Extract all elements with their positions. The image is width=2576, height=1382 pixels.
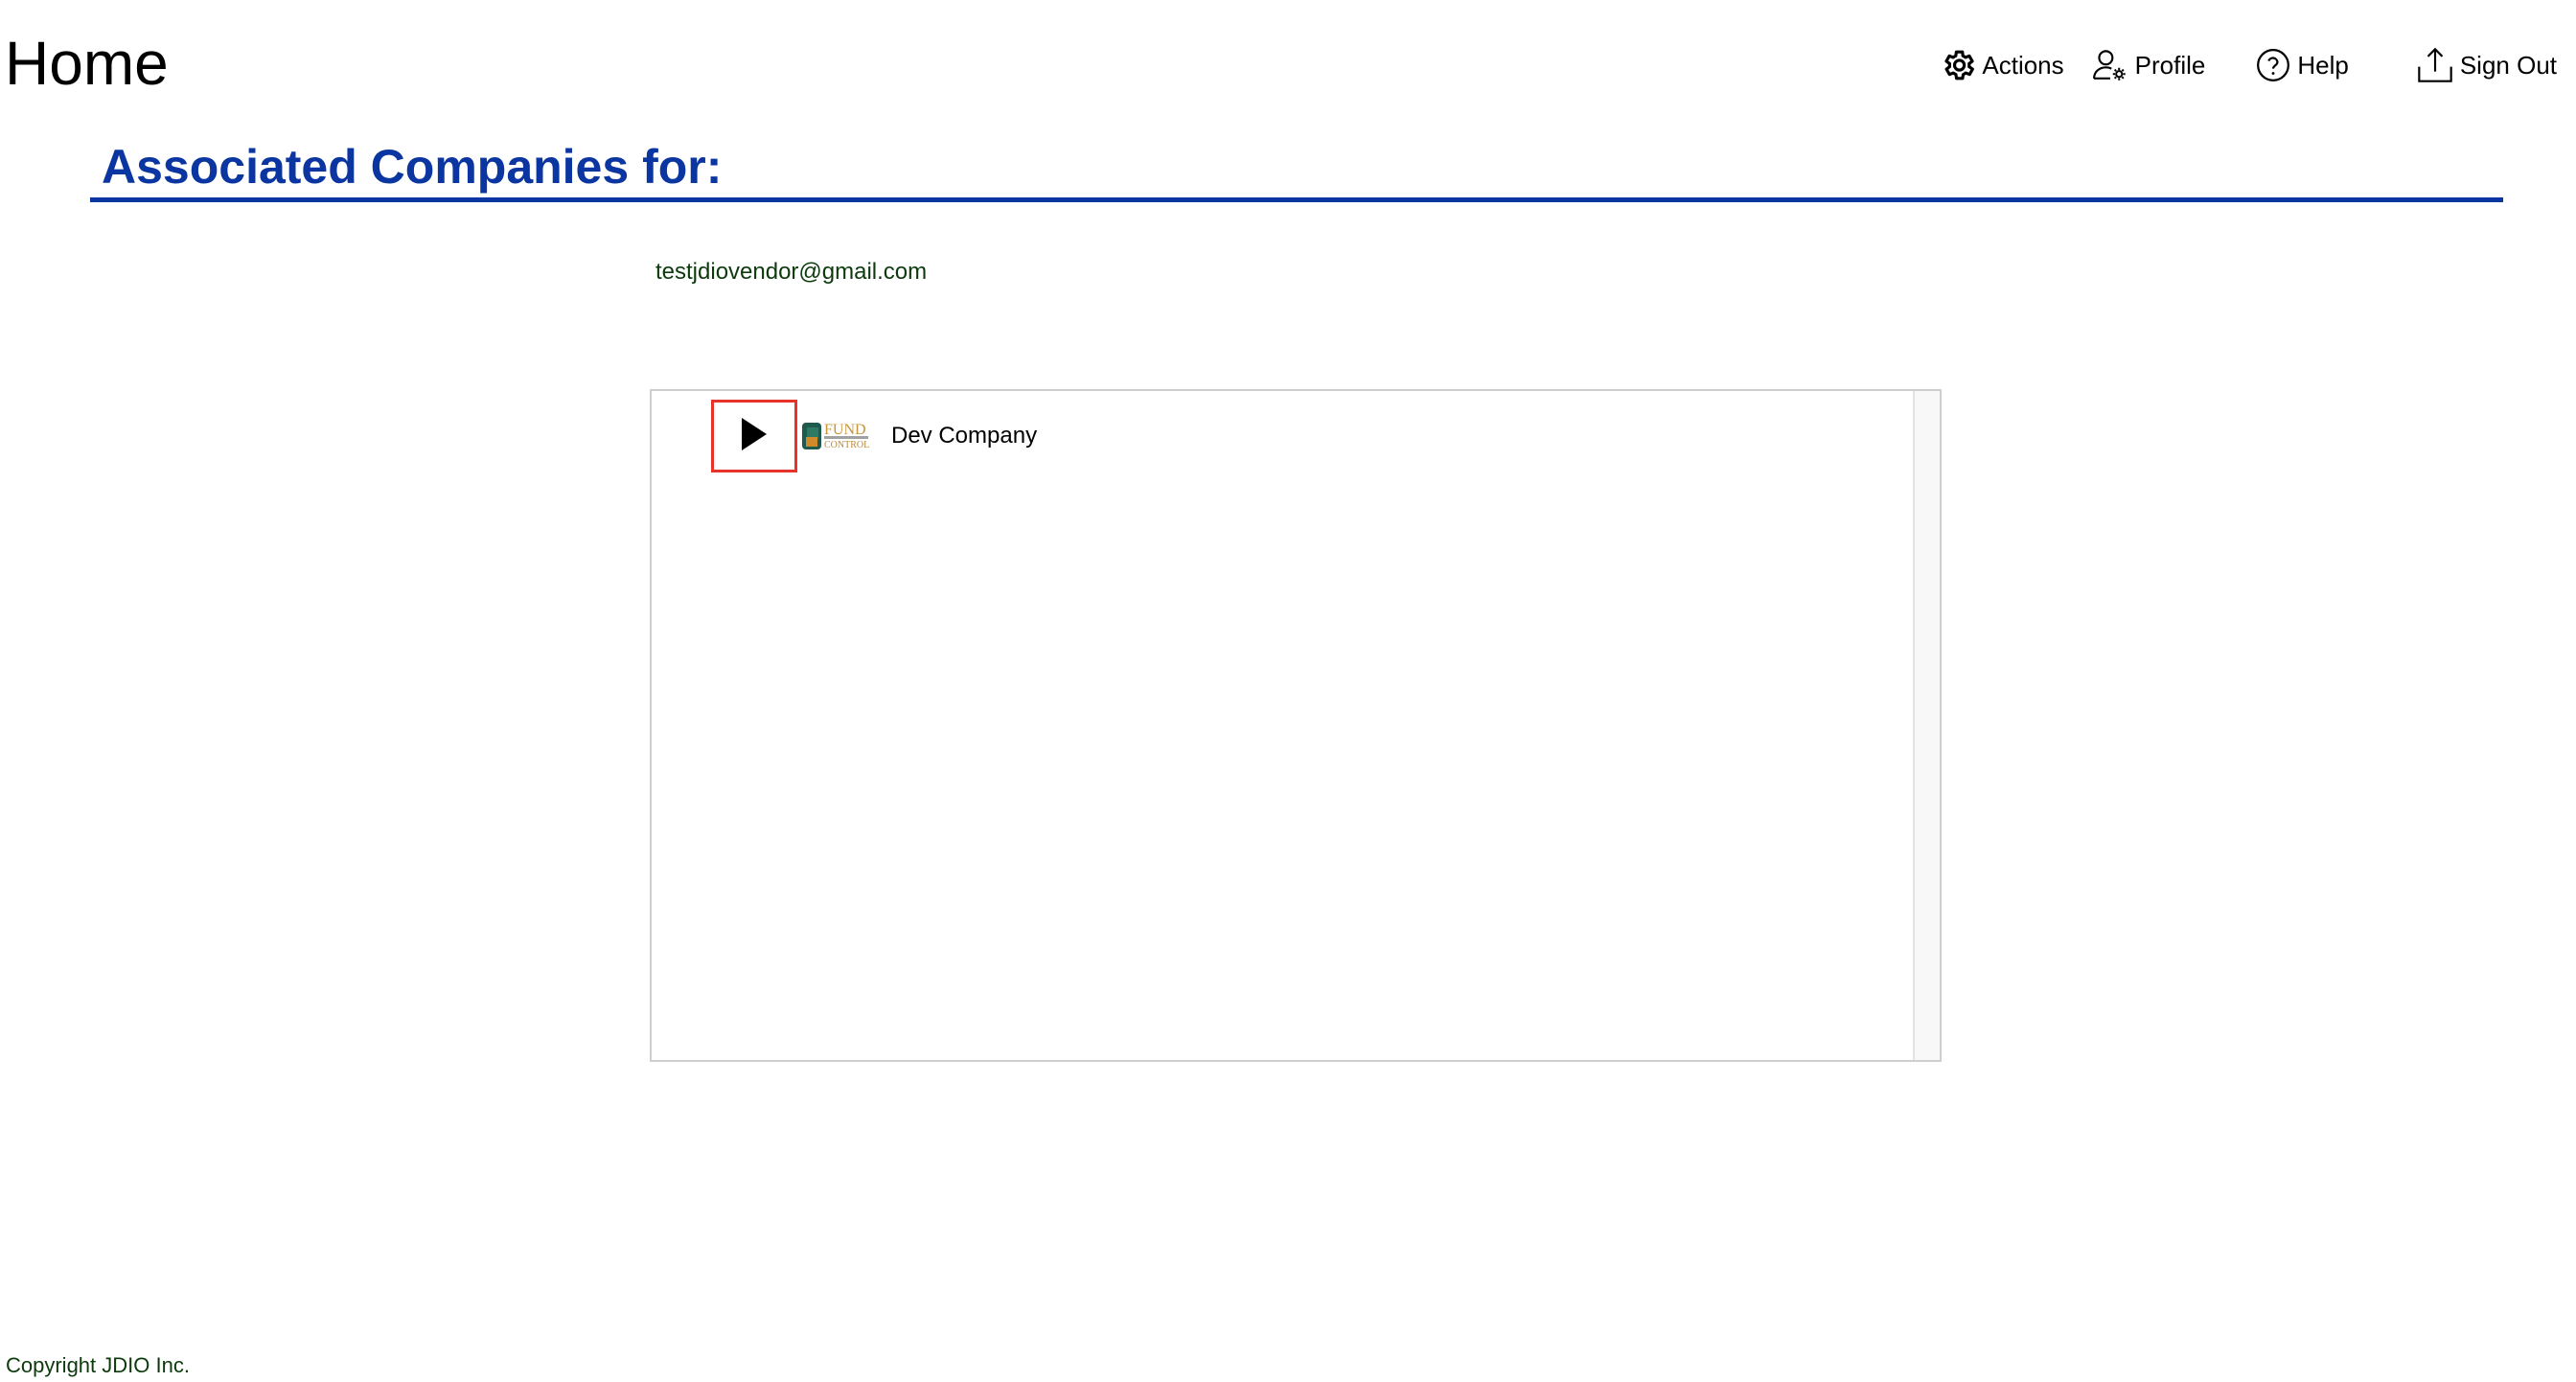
gear-icon [1940, 47, 1976, 83]
expand-toggle-button[interactable] [711, 400, 797, 472]
tree-scrollbar[interactable] [1913, 391, 1940, 1060]
help-circle-icon [2255, 47, 2291, 83]
page-title: Home [5, 29, 169, 98]
profile-label: Profile [2134, 50, 2206, 80]
company-logo: FUND CONTROL [801, 420, 882, 452]
upload-icon [2416, 46, 2454, 84]
svg-text:CONTROL: CONTROL [824, 440, 869, 450]
help-label: Help [2297, 50, 2349, 80]
heading-divider [90, 197, 2503, 202]
page: Home Actions Profile Help Sign Out Assoc… [0, 0, 2576, 1382]
sign-out-button[interactable]: Sign Out [2416, 46, 2557, 84]
user-settings-icon [2091, 47, 2129, 83]
footer-copyright: Copyright JDIO Inc. [6, 1353, 190, 1377]
actions-label: Actions [1982, 50, 2064, 80]
profile-button[interactable]: Profile [2091, 47, 2206, 83]
company-name-link[interactable]: Dev Company [891, 423, 1037, 449]
user-email: testjdiovendor@gmail.com [656, 259, 928, 285]
svg-text:FUND: FUND [824, 422, 866, 438]
tree-row: FUND CONTROL Dev Company [711, 399, 1037, 473]
section-heading: Associated Companies for: [102, 140, 723, 194]
actions-menu-button[interactable]: Actions [1940, 47, 2064, 83]
sign-out-label: Sign Out [2459, 50, 2557, 80]
help-button[interactable]: Help [2255, 47, 2349, 83]
top-nav: Actions Profile Help Sign Out [1911, 40, 2557, 90]
company-tree-panel: FUND CONTROL Dev Company [650, 389, 1942, 1062]
play-triangle-icon [740, 416, 769, 457]
